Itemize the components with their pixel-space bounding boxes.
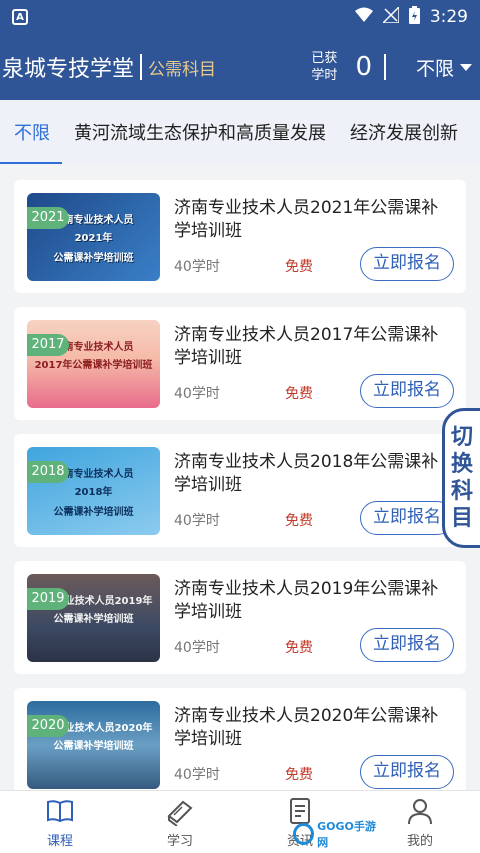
- course-card[interactable]: 济南专业技术人员2019年 公需课补学培训班 2019 济南专业技术人员2019…: [14, 561, 466, 674]
- tab-unlimited[interactable]: 不限: [0, 100, 62, 164]
- book-icon: [45, 796, 75, 826]
- course-card[interactable]: 济南专业技术人员 2021年 公需课补学培训班 2021 济南专业技术人员202…: [14, 180, 466, 293]
- enroll-button[interactable]: 立即报名: [360, 247, 454, 281]
- course-hours: 40学时: [174, 386, 220, 402]
- course-title: 济南专业技术人员2021年公需课补学培训班: [174, 198, 439, 241]
- caret-down-icon: [460, 63, 472, 71]
- signal-icon: [381, 4, 400, 28]
- course-thumbnail: 济南专业技术人员2020年 公需课补学培训班 2020: [27, 701, 160, 789]
- battery-icon: [408, 5, 420, 29]
- course-price: 免费: [285, 259, 313, 275]
- nav-courses[interactable]: 课程: [0, 791, 120, 853]
- course-thumbnail: 济南专业技术人员 2017年公需课补学培训班 2017: [27, 320, 160, 408]
- tab-economic-innovation[interactable]: 经济发展创新: [338, 100, 470, 164]
- course-title: 济南专业技术人员2019年公需课补学培训班: [174, 579, 439, 622]
- switch-subject-button[interactable]: 切 换 科 目: [442, 408, 480, 548]
- status-time: 3:29: [429, 7, 468, 27]
- course-price: 免费: [285, 767, 313, 783]
- user-icon: [405, 796, 435, 826]
- filter-value: 不限: [415, 57, 454, 80]
- course-hours: 40学时: [174, 767, 220, 783]
- year-badge: 2017: [27, 334, 69, 356]
- earned-hours-label: 已获 学时: [311, 51, 338, 83]
- books-stack-icon: [165, 796, 195, 827]
- course-price: 免费: [285, 640, 313, 656]
- course-title: 济南专业技术人员2018年公需课补学培训班: [174, 452, 439, 495]
- enroll-button[interactable]: 立即报名: [360, 628, 454, 662]
- course-thumbnail: 济南专业技术人员 2021年 公需课补学培训班 2021: [27, 193, 160, 281]
- nav-study[interactable]: 学习: [120, 791, 240, 853]
- document-icon: [285, 796, 315, 826]
- enroll-button[interactable]: 立即报名: [360, 755, 454, 789]
- brand-divider: [140, 54, 143, 80]
- course-thumbnail: 济南专业技术人员 2018年 公需课补学培训班 2018: [27, 447, 160, 535]
- course-hours: 40学时: [174, 513, 220, 529]
- wifi-icon: [354, 7, 373, 28]
- year-badge: 2018: [27, 461, 69, 483]
- app-notification-icon: A: [12, 9, 28, 25]
- course-hours: 40学时: [174, 640, 220, 656]
- course-title: 济南专业技术人员2017年公需课补学培训班: [174, 325, 439, 368]
- course-list[interactable]: 济南专业技术人员 2021年 公需课补学培训班 2021 济南专业技术人员202…: [0, 164, 480, 790]
- filter-dropdown[interactable]: 不限: [386, 54, 480, 81]
- enroll-button[interactable]: 立即报名: [360, 501, 454, 535]
- bottom-nav: 课程 学习 资讯 我的: [0, 790, 480, 853]
- status-bar: A 3:29: [0, 0, 480, 34]
- course-price: 免费: [285, 513, 313, 529]
- category-tabs: 不限 黄河流域生态保护和高质量发展 经济发展创新: [0, 100, 480, 164]
- course-card[interactable]: 济南专业技术人员2020年 公需课补学培训班 2020 济南专业技术人员2020…: [14, 688, 466, 790]
- tab-yellow-river[interactable]: 黄河流域生态保护和高质量发展: [62, 100, 338, 164]
- year-badge: 2021: [27, 207, 69, 229]
- course-card[interactable]: 济南专业技术人员 2018年 公需课补学培训班 2018 济南专业技术人员201…: [14, 434, 466, 547]
- app-header: 泉城专技学堂 公需科目 已获 学时 0 不限: [0, 34, 480, 100]
- enroll-button[interactable]: 立即报名: [360, 374, 454, 408]
- year-badge: 2020: [27, 715, 69, 737]
- year-badge: 2019: [27, 588, 69, 610]
- course-card[interactable]: 济南专业技术人员 2017年公需课补学培训班 2017 济南专业技术人员2017…: [14, 307, 466, 420]
- watermark: GOGO手游网: [293, 820, 383, 849]
- app-brand: 泉城专技学堂: [2, 57, 135, 82]
- earned-hours-count: 0: [355, 52, 372, 82]
- watermark-logo-icon: [293, 823, 315, 845]
- course-thumbnail: 济南专业技术人员2019年 公需课补学培训班 2019: [27, 574, 160, 662]
- brand-subtitle: 公需科目: [148, 59, 217, 80]
- course-title: 济南专业技术人员2020年公需课补学培训班: [174, 706, 439, 749]
- course-hours: 40学时: [174, 259, 220, 275]
- course-price: 免费: [285, 386, 313, 402]
